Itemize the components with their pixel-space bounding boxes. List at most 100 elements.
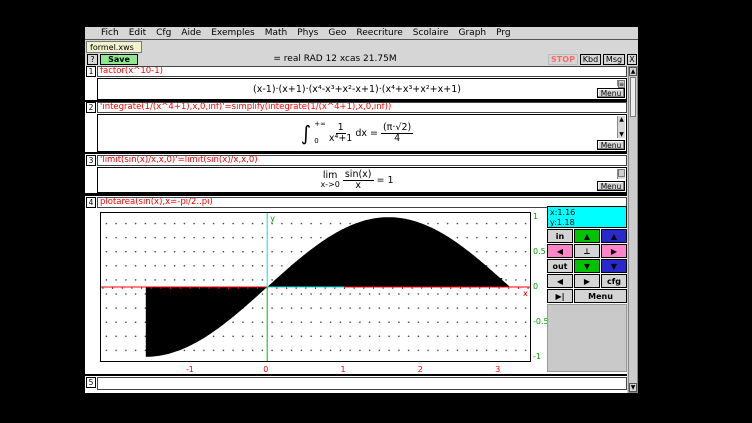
y-tick-label: 0.5 [533,247,546,256]
menu-fich[interactable]: Fich [101,28,119,38]
mouse-y-value: y:1.18 [550,218,624,228]
z-up-button[interactable]: ▲ [601,229,627,243]
dx-symbol: dx [355,128,367,139]
z-down-button[interactable]: ▼ [601,259,627,273]
result-scrollbar-1[interactable]: ≡ [617,80,625,86]
kbd-button[interactable]: Kbd [580,54,601,65]
left-arrow-icon: ◀ [557,277,563,286]
menu-edit[interactable]: Edit [129,28,146,38]
result-menu-button-2[interactable]: Menu [597,140,625,150]
entry-number-1[interactable]: 1 [86,66,96,77]
result-denominator: 4 [394,134,400,144]
scroll-up-icon[interactable]: ▲ [619,116,624,123]
limit-subscript: x->0 [320,181,339,189]
down-arrow-icon: ▼ [584,262,590,271]
limit-expression: lim x->0 sin(x) x = 1 [320,170,393,191]
x-tick-label: 1 [340,365,345,374]
orthonormalize-button[interactable]: ⊥ [574,244,600,258]
entry-number-2[interactable]: 2 [86,102,96,113]
panel-scroll-track[interactable] [547,304,627,372]
zoom-in-button[interactable]: in [547,229,573,243]
menu-graph[interactable]: Graph [459,28,487,38]
pan-left-button[interactable]: ◀ [547,244,573,258]
pan-right-button[interactable]: ▶ [601,244,627,258]
mouse-x-value: x:1.16 [550,208,624,218]
svg-text:1: 1 [499,277,504,286]
integrand-numerator: 1 [336,123,346,134]
down-arrow-icon: ▼ [611,262,617,271]
menu-prg[interactable]: Prg [496,28,511,38]
time-back-button[interactable]: ◀ [547,274,573,288]
xcas-window: Fich Edit Cfg Aide Exemples Math Phys Ge… [85,27,638,393]
menu-reecriture[interactable]: Reecriture [356,28,402,38]
scroll-up-icon[interactable]: ▲ [629,67,637,76]
left-arrow-icon: ◀ [557,247,563,256]
x-tick-label: 2 [418,365,423,374]
menu-scolaire[interactable]: Scolaire [413,28,449,38]
integrand-fraction: 1 x⁴+1 [329,123,352,144]
tab-formel[interactable]: formel.xws [86,41,142,53]
zoom-out-button[interactable]: out [547,259,573,273]
result-numerator: (π·√2) [381,123,413,134]
entry-number-4[interactable]: 4 [86,197,96,208]
close-button[interactable]: X [627,54,637,65]
plot-canvas[interactable]: yx1 [101,213,530,361]
result-scrollbar-3[interactable] [617,169,625,179]
menu-exemples[interactable]: Exemples [211,28,254,38]
x-tick-label: 0 [263,365,268,374]
pan-up-button[interactable]: ▲ [574,229,600,243]
x-tick-label: -1 [186,365,194,374]
msg-button[interactable]: Msg [603,54,625,65]
menu-phys[interactable]: Phys [297,28,318,38]
integral-icon: ∫ [301,123,311,143]
limit-fraction: sin(x) x [343,170,374,191]
equals-sign: = [370,128,378,139]
y-tick-label: 1 [533,212,538,221]
menu-cfg[interactable]: Cfg [156,28,171,38]
scroll-down-icon[interactable]: ▼ [618,131,625,138]
integral-limits: +∞ 0 [314,121,326,145]
upper-limit: +∞ [314,121,326,128]
limit-operator: lim x->0 [320,171,339,189]
right-arrow-icon: ▶ [584,277,590,286]
result-menu-button-1[interactable]: Menu [597,88,625,98]
animate-button[interactable]: ▶| [547,289,573,303]
time-forward-button[interactable]: ▶ [574,274,600,288]
y-tick-label: 0 [533,282,538,291]
perpendicular-icon: ⊥ [583,247,590,256]
result-fraction: (π·√2) 4 [381,123,413,144]
mouse-coordinates: x:1.16 y:1.18 [547,206,627,228]
result-menu-button-3[interactable]: Menu [597,181,625,191]
session-scrollbar[interactable]: ▲ ▼ [628,66,638,393]
menu-math[interactable]: Math [265,28,288,38]
plot-frame: yx1 [100,212,531,362]
limit-equals: = 1 [377,175,394,186]
up-arrow-icon: ▲ [611,232,617,241]
play-pause-icon: ▶| [555,292,564,301]
entry-number-3[interactable]: 3 [86,155,96,166]
pan-down-button[interactable]: ▼ [574,259,600,273]
help-button[interactable]: ? [87,54,98,65]
entry-separator [85,374,627,376]
scroll-thumb[interactable] [618,169,625,177]
entry-number-5[interactable]: 5 [86,377,96,388]
graph-menu-button[interactable]: Menu [574,289,627,303]
result-scrollbar-2[interactable]: ▲ ▼ [617,116,625,138]
limit-numerator: sin(x) [343,170,374,181]
integrand-denominator: x⁴+1 [329,134,352,144]
integral-expression: ∫ +∞ 0 1 x⁴+1 dx = (π·√2) 4 [301,121,413,145]
scroll-thumb[interactable] [630,77,636,117]
save-button[interactable]: Save [100,54,138,65]
menu-aide[interactable]: Aide [181,28,201,38]
command-input-5[interactable] [97,377,627,390]
limit-denominator: x [355,181,361,191]
scroll-grip-icon[interactable]: ≡ [618,80,625,88]
right-arrow-icon: ▶ [611,247,617,256]
status-text[interactable]: = real RAD 12 xcas 21.75M [145,54,525,64]
svg-text:y: y [270,214,275,223]
cfg-button[interactable]: cfg [601,274,627,288]
x-tick-label: 3 [495,365,500,374]
lower-limit: 0 [314,138,326,145]
menu-geo[interactable]: Geo [328,28,346,38]
scroll-down-icon[interactable]: ▼ [629,383,637,392]
